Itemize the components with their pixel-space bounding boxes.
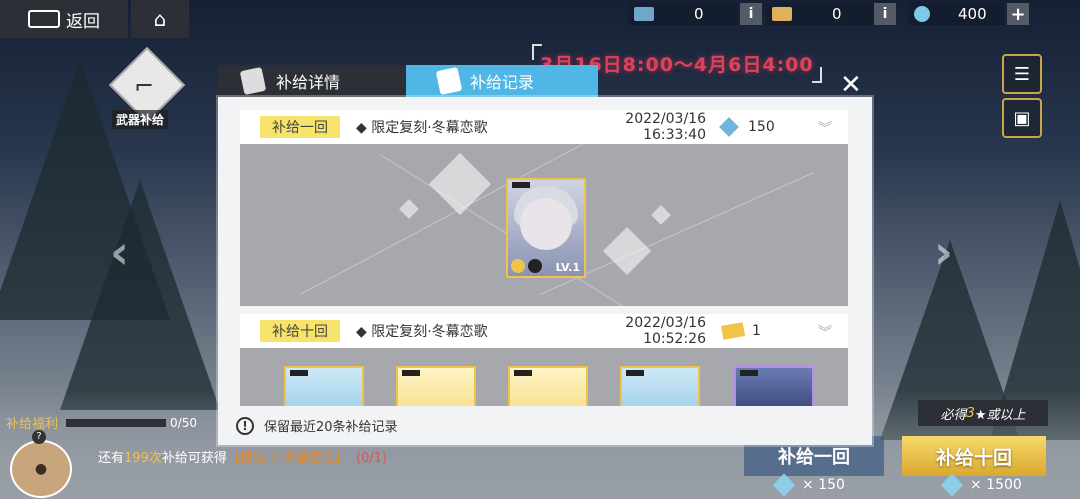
list-icon: ☰ xyxy=(1013,63,1031,85)
one-cost-value: × 150 xyxy=(802,477,845,493)
gun-icon xyxy=(290,370,308,376)
decor-diamond xyxy=(651,205,671,225)
help-icon[interactable]: ? xyxy=(32,430,46,444)
storage-button[interactable]: ▣ xyxy=(1002,98,1042,138)
currency-ticket-blue: 0 xyxy=(628,3,738,25)
gun-icon xyxy=(402,370,420,376)
record-header[interactable]: 补给一回 ◆ 限定复刻·冬幕恋歌 2022/03/16 16:33:40 150… xyxy=(240,110,848,144)
gun-icon xyxy=(740,370,758,376)
record-date: 2022/03/16 16:33:40 xyxy=(625,111,706,143)
weapon-supply-label: 武器补给 xyxy=(112,110,169,129)
guarantee-badge: 必得 3 ★或以上 xyxy=(918,400,1048,426)
home-button[interactable]: ⌂ xyxy=(131,0,189,38)
decor-diamond xyxy=(602,226,652,276)
record-detail xyxy=(240,348,848,406)
record-cost-value: 1 xyxy=(752,323,761,339)
record-name: ◆ 限定复刻·冬幕恋歌 xyxy=(356,120,488,136)
ten-cost: × 1500 xyxy=(940,473,1022,497)
home-icon: ⌂ xyxy=(153,7,167,31)
clipboard-icon xyxy=(435,66,463,96)
info-button[interactable]: i xyxy=(874,3,896,25)
mascot-avatar[interactable]: ● xyxy=(10,440,72,498)
card-level: LV.1 xyxy=(555,261,580,274)
back-label: 返回 xyxy=(66,11,100,32)
supply-ten-button[interactable]: 补给十回 xyxy=(902,436,1046,476)
back-arrow-icon xyxy=(28,10,60,28)
card-portrait-face xyxy=(520,198,572,250)
currency-ticket-gold: 0 xyxy=(766,3,876,25)
tab-label: 补给详情 xyxy=(276,73,341,92)
progress-value: 0/50 xyxy=(170,415,197,430)
document-icon xyxy=(239,66,267,96)
one-cost: × 150 xyxy=(772,473,845,497)
add-gem-button[interactable]: + xyxy=(1007,3,1029,25)
character-card[interactable] xyxy=(284,366,364,406)
gun-icon xyxy=(514,370,532,376)
character-card[interactable] xyxy=(508,366,588,406)
tab-supply-details[interactable]: 补给详情 xyxy=(218,65,406,97)
gold-ticket-icon xyxy=(772,7,792,21)
character-card[interactable] xyxy=(734,366,814,406)
decor-diamond xyxy=(399,199,419,219)
info-button[interactable]: i xyxy=(740,3,762,25)
prev-arrow-icon[interactable]: ‹ xyxy=(110,225,129,279)
gun-icon xyxy=(626,370,644,376)
footer-note-text: 保留最近20条补给记录 xyxy=(264,420,398,435)
records-list[interactable]: 补给一回 ◆ 限定复刻·冬幕恋歌 2022/03/16 16:33:40 150… xyxy=(240,110,848,406)
element-icon xyxy=(528,259,542,273)
weapon-supply-badge[interactable]: ⌐ 武器补给 xyxy=(108,46,186,129)
ticket-icon xyxy=(720,322,746,340)
record-date: 2022/03/16 10:52:26 xyxy=(625,315,706,347)
gun-icon: ⌐ xyxy=(134,72,155,100)
character-card[interactable]: LV.1 xyxy=(506,178,586,278)
character-card[interactable] xyxy=(620,366,700,406)
welfare-label: 补给福利 xyxy=(6,417,59,432)
guarantee-prefix: 必得 xyxy=(940,407,967,423)
back-button[interactable]: 返回 xyxy=(0,0,128,38)
mascot-face-icon: ● xyxy=(34,461,48,477)
next-arrow-icon[interactable]: › xyxy=(934,225,953,279)
gem-icon xyxy=(719,117,739,137)
currency-value: 0 xyxy=(694,5,704,23)
remain-prefix: 还有 xyxy=(98,451,125,466)
chevron-down-icon[interactable]: ︾ xyxy=(818,118,832,138)
gem-icon xyxy=(914,6,930,22)
rarity-icon xyxy=(511,259,525,273)
progress-track xyxy=(66,418,167,427)
remain-count: (0/1) xyxy=(356,451,388,466)
guarantee-suffix: ★或以上 xyxy=(974,407,1026,423)
chevron-down-icon[interactable]: ︾ xyxy=(818,322,832,342)
record-cost-value: 150 xyxy=(748,119,775,135)
ten-cost-value: × 1500 xyxy=(970,477,1022,493)
gun-icon xyxy=(512,182,530,188)
record-type: 补给十回 xyxy=(260,320,340,342)
currency-gem: 400 xyxy=(908,3,1004,25)
currency-value: 0 xyxy=(832,5,842,23)
tab-label: 补给记录 xyxy=(470,73,535,92)
tab-supply-records[interactable]: 补给记录 xyxy=(406,65,598,97)
record-header[interactable]: 补给十回 ◆ 限定复刻·冬幕恋歌 2022/03/16 10:52:26 1 ︾ xyxy=(240,314,848,348)
blue-ticket-icon xyxy=(634,7,654,21)
gem-icon xyxy=(772,473,796,497)
warning-icon: ! xyxy=(236,416,254,435)
menu-list-button[interactable]: ☰ xyxy=(1002,54,1042,94)
records-footer: ! 保留最近20条补给记录 xyxy=(218,406,872,445)
remaining-draws-text: 还有199次补给可获得【模组书·冬幕恋歌】 (0/1) xyxy=(98,447,387,466)
supply-welfare-progress: 补给福利 0/50 xyxy=(6,413,197,433)
character-card[interactable] xyxy=(396,366,476,406)
record-cost: 150 xyxy=(719,117,792,137)
close-icon[interactable]: ✕ xyxy=(840,70,862,100)
decor-diamond xyxy=(428,152,492,216)
record-detail: LV.1 xyxy=(240,144,848,306)
record-type: 补给一回 xyxy=(260,116,340,138)
remain-mid: 补给可获得 xyxy=(161,451,227,466)
remain-item: 【模组书·冬幕恋歌】 xyxy=(226,451,348,466)
currency-value: 400 xyxy=(958,5,987,23)
box-icon: ▣ xyxy=(1013,107,1031,129)
remain-num: 199次 xyxy=(124,451,162,466)
record-cost: 1 xyxy=(720,322,792,340)
record-name: ◆ 限定复刻·冬幕恋歌 xyxy=(356,324,488,340)
gem-icon xyxy=(940,473,964,497)
guarantee-num: 3 xyxy=(966,405,975,421)
